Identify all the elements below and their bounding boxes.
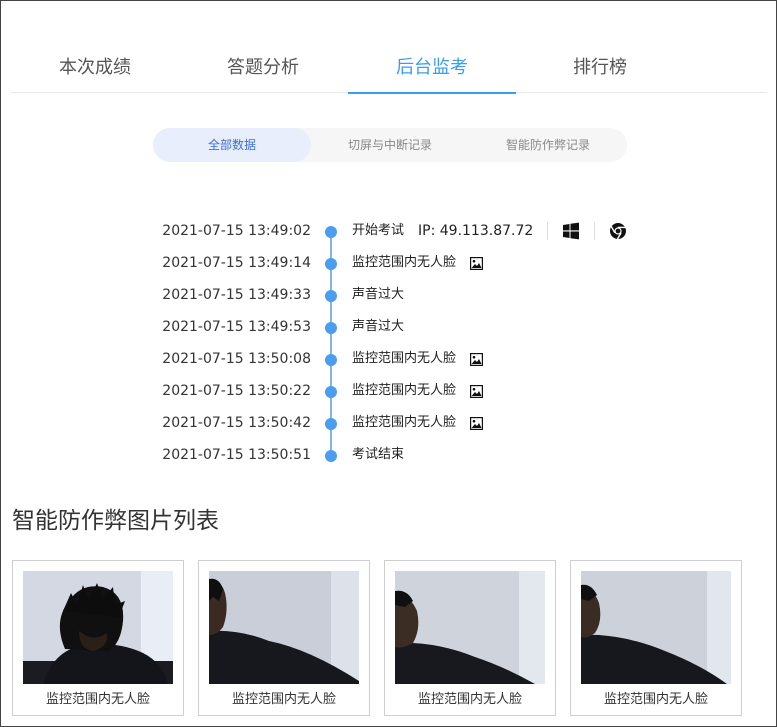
app-frame: 本次成绩 答题分析 后台监考 排行榜 全部数据 切屏与中断记录 智能防作弊记录 … — [0, 0, 777, 727]
timeline-row: 2021-07-15 13:49:53 声音过大 — [1, 311, 777, 343]
snapshot-card[interactable]: 监控范围内无人脸 — [198, 560, 370, 716]
tab-score[interactable]: 本次成绩 — [11, 43, 179, 93]
event-content: 开始考试 IP: 49.113.87.72 — [352, 215, 627, 247]
snapshot-card[interactable]: 监控范围内无人脸 — [12, 560, 184, 716]
timeline-dot — [325, 322, 337, 334]
timeline-dot — [325, 226, 337, 238]
filter-switch-interrupt[interactable]: 切屏与中断记录 — [311, 128, 469, 162]
timeline-row: 2021-07-15 13:49:14 监控范围内无人脸 — [1, 247, 777, 279]
snapshot-caption: 监控范围内无人脸 — [45, 692, 150, 707]
image-icon[interactable] — [470, 416, 484, 430]
divider — [547, 222, 549, 240]
timeline-row: 2021-07-15 13:50:51 考试结束 — [1, 439, 777, 471]
event-label: 监控范围内无人脸 — [352, 415, 457, 430]
snapshot-card[interactable]: 监控范围内无人脸 — [570, 560, 742, 716]
filter-anti-cheat[interactable]: 智能防作弊记录 — [469, 128, 627, 162]
windows-icon — [563, 222, 580, 240]
event-timeline: 2021-07-15 13:49:02 开始考试 IP: 49.113.87.7… — [1, 215, 777, 471]
event-content: 声音过大 — [352, 279, 404, 311]
tab-analysis[interactable]: 答题分析 — [179, 43, 347, 93]
snapshot-caption: 监控范围内无人脸 — [603, 692, 708, 707]
event-content: 监控范围内无人脸 — [352, 375, 484, 407]
timeline-dot — [325, 386, 337, 398]
timeline-dot — [325, 450, 337, 462]
event-label: 开始考试 — [352, 223, 405, 238]
gallery-title: 智能防作弊图片列表 — [12, 508, 219, 534]
event-label: 声音过大 — [352, 319, 405, 334]
timeline-row: 2021-07-15 13:50:22 监控范围内无人脸 — [1, 375, 777, 407]
event-content: 监控范围内无人脸 — [352, 247, 484, 279]
image-icon[interactable] — [470, 256, 484, 270]
timeline-dot — [325, 290, 337, 302]
main-tabs: 本次成绩 答题分析 后台监考 排行榜 — [11, 43, 767, 94]
event-content: 声音过大 — [352, 311, 404, 343]
image-icon[interactable] — [470, 384, 484, 398]
snapshot-image — [23, 571, 173, 684]
event-content: 监控范围内无人脸 — [352, 407, 484, 439]
timeline-dot — [325, 354, 337, 366]
event-label: 考试结束 — [352, 447, 405, 462]
event-label: 声音过大 — [352, 287, 405, 302]
event-time: 2021-07-15 13:49:33 — [162, 287, 311, 303]
event-label: 监控范围内无人脸 — [352, 255, 457, 270]
record-filter: 全部数据 切屏与中断记录 智能防作弊记录 — [153, 128, 627, 162]
timeline-row: 2021-07-15 13:50:42 监控范围内无人脸 — [1, 407, 777, 439]
event-label: 监控范围内无人脸 — [352, 351, 457, 366]
timeline-dot — [325, 258, 337, 270]
event-time: 2021-07-15 13:49:53 — [162, 319, 311, 335]
snapshot-image — [581, 571, 731, 684]
ip-address: IP: 49.113.87.72 — [418, 223, 534, 239]
timeline-dot — [325, 418, 337, 430]
filter-all-data[interactable]: 全部数据 — [153, 128, 311, 162]
image-icon[interactable] — [470, 352, 484, 366]
chrome-icon — [610, 223, 627, 240]
snapshot-image — [395, 571, 545, 684]
snapshot-image — [209, 571, 359, 684]
event-time: 2021-07-15 13:50:42 — [162, 415, 311, 431]
timeline-row: 2021-07-15 13:50:08 监控范围内无人脸 — [1, 343, 777, 375]
timeline-row: 2021-07-15 13:49:33 声音过大 — [1, 279, 777, 311]
event-time: 2021-07-15 13:49:14 — [162, 255, 311, 271]
event-label: 监控范围内无人脸 — [352, 383, 457, 398]
event-time: 2021-07-15 13:50:51 — [162, 447, 311, 463]
event-content: 考试结束 — [352, 439, 404, 471]
tab-leaderboard[interactable]: 排行榜 — [516, 43, 684, 93]
event-time: 2021-07-15 13:50:08 — [162, 351, 311, 367]
tab-proctoring[interactable]: 后台监考 — [348, 43, 516, 94]
event-time: 2021-07-15 13:49:02 — [162, 223, 311, 239]
snapshot-caption: 监控范围内无人脸 — [417, 692, 522, 707]
snapshot-caption: 监控范围内无人脸 — [231, 692, 336, 707]
snapshot-card[interactable]: 监控范围内无人脸 — [384, 560, 556, 716]
divider — [594, 222, 596, 240]
timeline-row: 2021-07-15 13:49:02 开始考试 IP: 49.113.87.7… — [1, 215, 777, 247]
event-time: 2021-07-15 13:50:22 — [162, 383, 311, 399]
event-content: 监控范围内无人脸 — [352, 343, 484, 375]
